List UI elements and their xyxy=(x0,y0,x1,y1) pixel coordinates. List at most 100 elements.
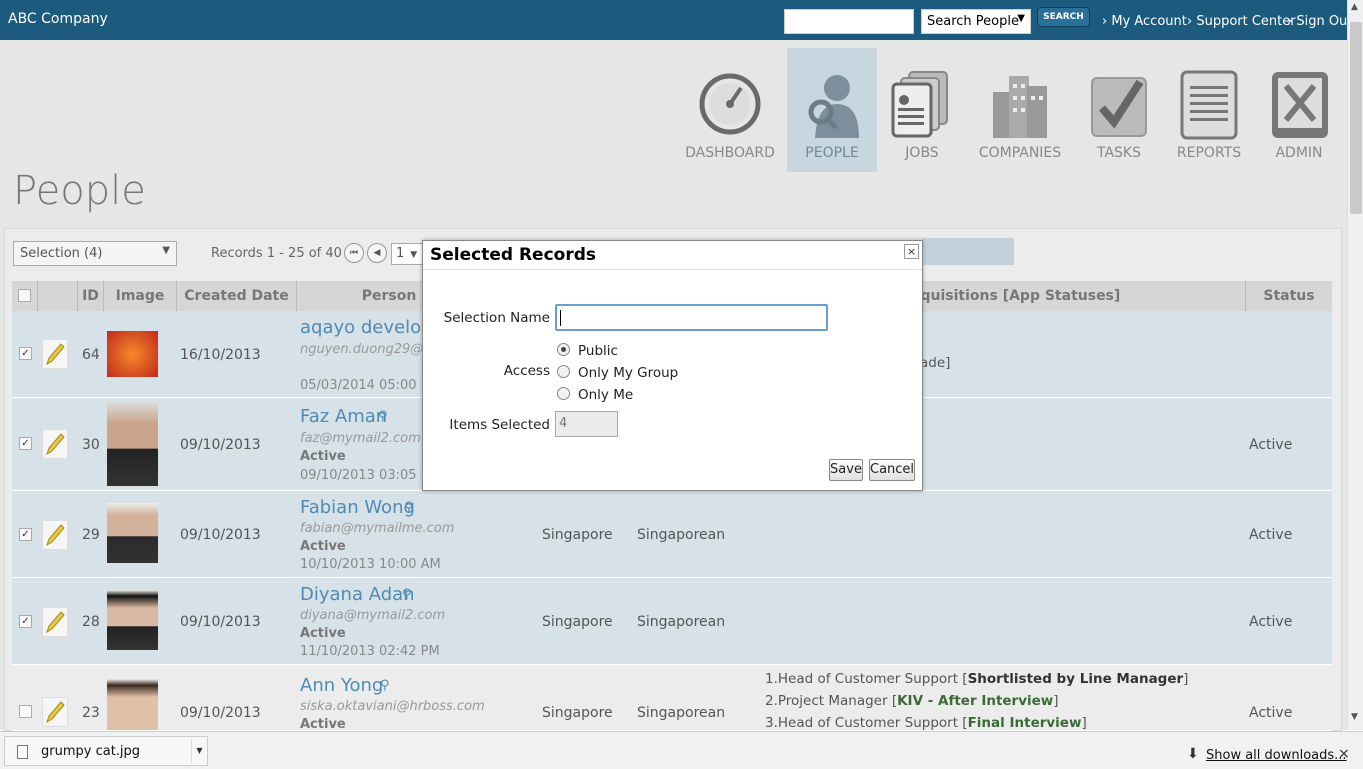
nav-reports[interactable]: REPORTS xyxy=(1164,48,1254,172)
global-search-input[interactable] xyxy=(784,9,914,34)
person-photo xyxy=(107,590,158,650)
sign-out-link[interactable]: › Sign Out xyxy=(1287,14,1352,29)
nav-label: JOBS xyxy=(905,145,939,161)
table-row[interactable]: 23 09/10/2013 Ann Yong ⚲ siska.oktaviani… xyxy=(12,665,1332,731)
person-name-link[interactable]: Fabian Wong xyxy=(300,497,415,518)
cancel-button[interactable]: Cancel xyxy=(869,459,915,481)
prev-page-button[interactable]: ◀ xyxy=(367,243,387,263)
row-id: 28 xyxy=(82,614,100,630)
search-scope-select[interactable]: Search People ▼ xyxy=(921,9,1031,34)
person-updated: 11/10/2013 02:42 PM xyxy=(300,644,440,659)
file-icon xyxy=(17,745,28,759)
vertical-scrollbar[interactable]: ▲ ▼ xyxy=(1347,0,1363,730)
nav-jobs[interactable]: JOBS xyxy=(877,48,967,172)
person-photo xyxy=(107,402,158,486)
row-id: 23 xyxy=(82,705,100,721)
row-status: Active xyxy=(1249,437,1293,453)
person-active: Active xyxy=(300,717,346,731)
my-account-link[interactable]: › My Account xyxy=(1102,14,1187,29)
show-all-downloads-link[interactable]: Show all downloads... xyxy=(1206,748,1347,763)
select-all-checkbox[interactable] xyxy=(18,289,31,302)
person-email: nguyen.duong29@gr xyxy=(300,342,437,357)
save-button[interactable]: Save xyxy=(829,459,863,481)
selection-name-input[interactable] xyxy=(555,304,828,331)
selection-dropdown[interactable]: Selection (4) ▼ xyxy=(13,241,177,266)
created-date: 09/10/2013 xyxy=(180,437,261,453)
jobs-icon xyxy=(891,71,948,138)
access-group-label[interactable]: Only My Group xyxy=(578,365,678,381)
nav-label: PEOPLE xyxy=(805,145,859,161)
person-email: faz@mymail2.com xyxy=(300,431,421,446)
chevron-down-icon: ▼ xyxy=(162,245,170,256)
access-group-radio[interactable] xyxy=(557,365,570,378)
first-page-button[interactable]: ⏮ xyxy=(344,243,364,263)
nav-admin[interactable]: ADMIN xyxy=(1254,48,1344,172)
nav-people[interactable]: PEOPLE xyxy=(787,48,877,172)
nav-label: DASHBOARD xyxy=(685,145,775,161)
requisition-status: ade] xyxy=(920,355,951,371)
created-date: 09/10/2013 xyxy=(180,614,261,630)
edit-icon[interactable] xyxy=(42,429,68,459)
row-status: Active xyxy=(1249,527,1293,543)
edit-icon[interactable] xyxy=(42,520,68,550)
person-photo xyxy=(107,331,158,377)
support-center-link[interactable]: › Support Center xyxy=(1187,14,1296,29)
dashboard-icon xyxy=(699,73,761,135)
nav-label: TASKS xyxy=(1097,145,1141,161)
row-id: 30 xyxy=(82,437,100,453)
close-icon[interactable]: × xyxy=(904,244,919,259)
edit-icon[interactable] xyxy=(42,607,68,637)
row-nationality: Singaporean xyxy=(637,527,726,543)
row-checkbox[interactable]: ✓ xyxy=(19,347,32,360)
person-name-link[interactable]: Faz Aman xyxy=(300,406,387,427)
row-checkbox[interactable] xyxy=(19,705,32,718)
magnifier-icon[interactable]: ⚲ xyxy=(402,587,412,602)
access-me-label[interactable]: Only Me xyxy=(578,387,633,403)
column-header-id[interactable]: ID xyxy=(78,281,104,311)
scrollbar-thumb[interactable] xyxy=(1350,22,1362,214)
edit-icon[interactable] xyxy=(42,339,68,369)
scroll-up-icon[interactable]: ▲ xyxy=(1351,2,1358,12)
selection-value: Selection (4) xyxy=(20,246,103,261)
table-row[interactable]: ✓ 28 09/10/2013 Diyana Adan ⚲ diyana@mym… xyxy=(12,578,1332,665)
dialog-divider xyxy=(423,269,922,270)
download-filename: grumpy cat.jpg xyxy=(41,744,141,759)
nav-dashboard[interactable]: DASHBOARD xyxy=(685,48,775,172)
person-name-link[interactable]: Diyana Adan xyxy=(300,584,415,605)
close-icon[interactable]: × xyxy=(1338,746,1350,762)
column-header-created-date[interactable]: Created Date xyxy=(177,281,297,311)
magnifier-icon[interactable]: ⚲ xyxy=(380,678,390,693)
nav-companies[interactable]: COMPANIES xyxy=(975,48,1065,172)
row-id: 64 xyxy=(82,347,100,363)
edit-icon[interactable] xyxy=(42,697,68,727)
download-arrow-icon: ⬇ xyxy=(1187,746,1199,762)
person-updated: 10/10/2013 10:00 AM xyxy=(300,557,441,572)
tasks-icon xyxy=(1091,77,1147,137)
access-me-radio[interactable] xyxy=(557,387,570,400)
magnifier-icon[interactable]: ⚲ xyxy=(378,409,388,424)
person-name-link[interactable]: Ann Yong xyxy=(300,675,383,696)
companies-icon xyxy=(993,76,1047,138)
table-row[interactable]: ✓ 29 09/10/2013 Fabian Wong ⚲ fabian@mym… xyxy=(12,491,1332,578)
brand-name[interactable]: ABC Company xyxy=(8,11,108,27)
access-public-label[interactable]: Public xyxy=(578,343,618,359)
search-button[interactable]: SEARCH xyxy=(1037,7,1090,27)
chevron-down-icon: ▼ xyxy=(1017,13,1025,24)
scroll-down-icon[interactable]: ▼ xyxy=(1351,712,1358,722)
row-checkbox[interactable]: ✓ xyxy=(19,437,32,450)
items-selected-label: Items Selected xyxy=(449,417,550,433)
toolbar-filler xyxy=(922,238,1014,265)
access-public-radio[interactable] xyxy=(557,343,570,356)
selected-records-dialog: Selected Records × Selection Name Access… xyxy=(422,240,923,491)
row-city: Singapore xyxy=(542,705,613,721)
chevron-down-icon[interactable]: ▼ xyxy=(191,739,207,763)
download-item[interactable]: grumpy cat.jpg ▼ xyxy=(4,736,208,766)
page-select[interactable]: 1 ▼ xyxy=(391,243,423,265)
column-header-image[interactable]: Image xyxy=(104,281,177,311)
nav-tasks[interactable]: TASKS xyxy=(1074,48,1164,172)
row-checkbox[interactable]: ✓ xyxy=(19,615,32,628)
page-value: 1 xyxy=(396,246,405,261)
row-checkbox[interactable]: ✓ xyxy=(19,528,32,541)
magnifier-icon[interactable]: ⚲ xyxy=(404,500,414,515)
column-header-status[interactable]: Status xyxy=(1246,281,1332,311)
